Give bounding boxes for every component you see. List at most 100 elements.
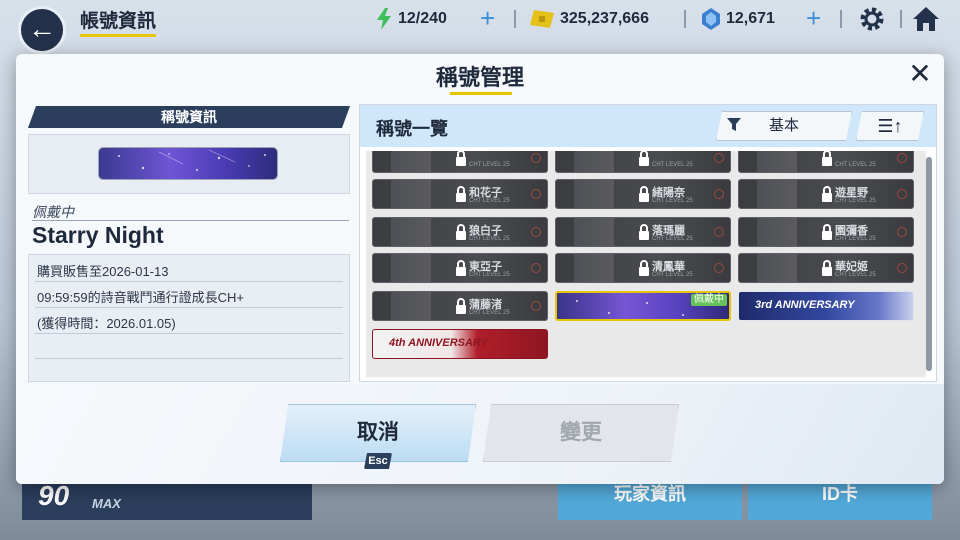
title-tile-sub: CHT LEVEL 25 (835, 236, 876, 242)
gem-value: 12,671 (726, 10, 775, 27)
title-tile-4th-anniversary[interactable]: 4th ANNIVERSARY (372, 329, 548, 359)
lightning-icon (377, 8, 391, 30)
title-tile-sub: CHT LEVEL 25 (652, 162, 693, 168)
character-portrait (391, 218, 431, 246)
title-tile-name: 3rd ANNIVERSARY (755, 299, 855, 311)
lock-icon (821, 186, 833, 202)
character-portrait (757, 218, 797, 246)
lock-icon (455, 186, 467, 202)
lock-icon (638, 151, 650, 166)
starry-night-banner (99, 148, 277, 179)
title-tile-sub: CHT LEVEL 25 (652, 236, 693, 242)
title-tile-starry-night[interactable]: 佩戴中 (555, 291, 731, 321)
player-info-label: 玩家資訊 (614, 484, 686, 504)
coin-value: 325,237,666 (560, 10, 649, 27)
character-portrait (574, 254, 614, 282)
equipped-label: 佩戴中 (32, 204, 74, 220)
title-tile-locked[interactable]: CHT LEVEL 25 (738, 151, 914, 173)
top-bar: ← 帳號資訊 12/240 + 325,237,666 12,671 + (0, 0, 960, 54)
change-button[interactable]: 變更 (483, 404, 679, 462)
character-portrait (757, 180, 797, 208)
title-tile-locked[interactable]: 和花子 CHT LEVEL 25 (372, 179, 548, 209)
gem-icon (702, 8, 720, 30)
title-tile-locked[interactable]: 園彌香 CHT LEVEL 25 (738, 217, 914, 247)
title-tile-3rd-anniversary[interactable]: 3rd ANNIVERSARY (738, 291, 914, 321)
title-tile-locked[interactable]: 華妃姬 CHT LEVEL 25 (738, 253, 914, 283)
close-icon: ✕ (908, 58, 932, 89)
badge-icon (531, 263, 541, 273)
badge-icon (897, 189, 907, 199)
player-info-button[interactable]: 玩家資訊 (558, 484, 742, 520)
title-tile-sub: CHT LEVEL 25 (835, 162, 876, 168)
title-tile-locked[interactable]: 緒陽奈 CHT LEVEL 25 (555, 179, 731, 209)
title-list-panel: 稱號一覽 基本 ☰↑ CHT LEVEL 25 CHT LEVEL 25 CHT L… (359, 104, 937, 382)
coin-counter: 325,237,666 (530, 8, 649, 30)
character-portrait (574, 218, 614, 246)
gem-counter: 12,671 (702, 8, 775, 30)
lock-icon (455, 298, 467, 314)
title-tile-locked[interactable]: 狼白子 CHT LEVEL 25 (372, 217, 548, 247)
lock-icon (638, 224, 650, 240)
title-management-dialog: 稱號管理 ✕ 稱號資訊 佩戴中 Starry Night 購買販售至2026-0… (16, 54, 944, 484)
stamina-value: 12/240 (398, 10, 447, 27)
character-portrait (391, 254, 431, 282)
scrollbar-thumb[interactable] (926, 157, 932, 371)
add-gem-button[interactable]: + (806, 4, 821, 32)
sort-button[interactable]: ☰↑ (856, 111, 924, 141)
sort-icon: ☰↑ (877, 116, 903, 136)
title-tile-locked[interactable]: 蒲藤渚 CHT LEVEL 25 (372, 291, 548, 321)
title-underline (450, 92, 512, 95)
filter-label: 基本 (768, 117, 799, 134)
title-tile-locked[interactable]: CHT LEVEL 25 (372, 151, 548, 173)
home-icon[interactable] (912, 5, 940, 40)
filter-button[interactable]: 基本 (716, 111, 852, 141)
title-tile-locked[interactable]: CHT LEVEL 25 (555, 151, 731, 173)
stamina-counter: 12/240 (376, 8, 447, 30)
title-tile-sub: CHT LEVEL 25 (469, 236, 510, 242)
badge-icon (531, 227, 541, 237)
divider (684, 10, 686, 28)
character-portrait (391, 292, 431, 320)
badge-icon (714, 263, 724, 273)
divider (35, 333, 343, 334)
close-button[interactable]: ✕ (906, 60, 934, 88)
character-portrait (757, 151, 797, 172)
character-portrait (574, 151, 614, 172)
info-line: (獲得時間：2026.01.05) (37, 316, 176, 331)
level-number: 90 (38, 480, 70, 511)
add-stamina-button[interactable]: + (480, 4, 495, 32)
badge-icon (714, 189, 724, 199)
badge-icon (531, 153, 541, 163)
page-title: 帳號資訊 (80, 6, 157, 37)
title-tile-locked[interactable]: 落瑪麗 CHT LEVEL 25 (555, 217, 731, 247)
back-button[interactable]: ← (18, 6, 66, 54)
title-tile-locked[interactable]: 東亞子 CHT LEVEL 25 (372, 253, 548, 283)
title-tile-locked[interactable]: 清鳳華 CHT LEVEL 25 (555, 253, 731, 283)
change-label: 變更 (560, 421, 602, 444)
id-card-button[interactable]: ID卡 (748, 484, 932, 520)
divider (900, 10, 902, 28)
badge-icon (714, 153, 724, 163)
scrollbar[interactable] (926, 157, 932, 371)
title-tile-sub: CHT LEVEL 25 (469, 198, 510, 204)
character-portrait (391, 151, 431, 172)
title-tile-locked[interactable]: 遊星野 CHT LEVEL 25 (738, 179, 914, 209)
equipped-title-name: Starry Night (32, 222, 164, 248)
title-tile-sub: CHT LEVEL 25 (652, 272, 693, 278)
lock-icon (821, 260, 833, 276)
equipped-badge: 佩戴中 (691, 294, 727, 306)
badge-icon (531, 301, 541, 311)
dialog-footer (16, 384, 944, 484)
divider (35, 358, 343, 359)
title-list-heading: 稱號一覽 (376, 119, 448, 139)
gear-icon[interactable] (858, 5, 886, 40)
title-tile-sub: CHT LEVEL 25 (835, 272, 876, 278)
title-grid: CHT LEVEL 25 CHT LEVEL 25 CHT LEVEL 25 和花子 C… (366, 151, 926, 377)
arrow-left-icon: ← (28, 13, 56, 44)
title-info-header: 稱號資訊 (28, 106, 350, 128)
title-tile-sub: CHT LEVEL 25 (469, 310, 510, 316)
title-preview (28, 134, 350, 194)
divider (35, 281, 343, 282)
filter-icon (727, 118, 741, 132)
title-tile-sub: CHT LEVEL 25 (469, 272, 510, 278)
